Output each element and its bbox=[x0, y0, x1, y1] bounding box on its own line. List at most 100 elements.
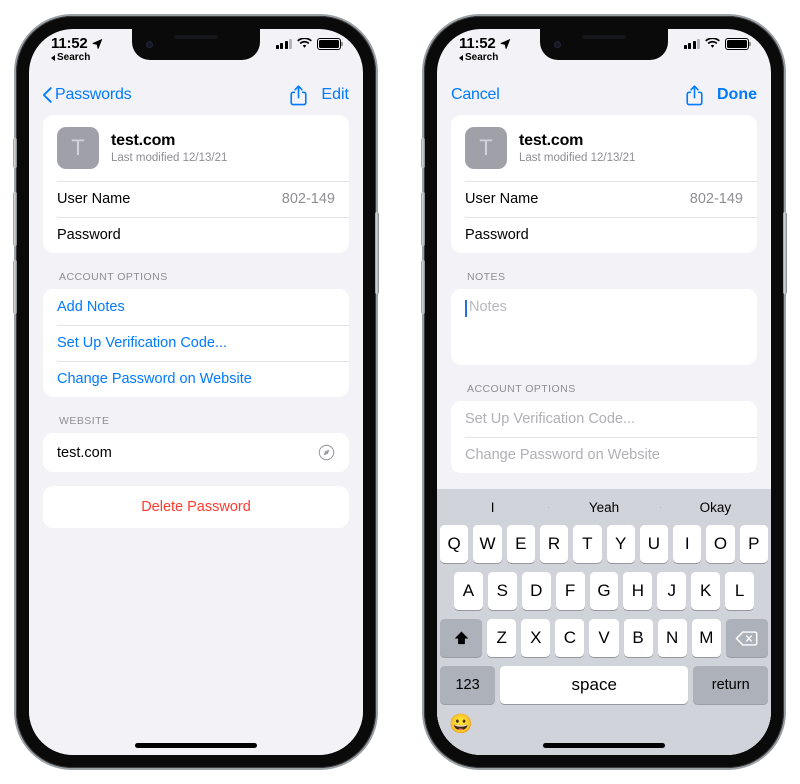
silent-switch-right[interactable] bbox=[421, 138, 425, 168]
set-up-verification-code-button[interactable]: Set Up Verification Code... bbox=[43, 325, 349, 361]
key-v[interactable]: V bbox=[589, 619, 619, 657]
username-label: User Name bbox=[57, 191, 131, 207]
chevron-left-icon bbox=[43, 87, 52, 103]
set-up-verification-code-label: Set Up Verification Code... bbox=[57, 335, 228, 351]
key-i[interactable]: I bbox=[673, 525, 702, 563]
share-icon[interactable] bbox=[290, 84, 307, 106]
phone-right-screen: 11:52 Search Cancel Done T test.com Last… bbox=[437, 29, 771, 755]
add-notes-label: Add Notes bbox=[57, 299, 125, 315]
key-q[interactable]: Q bbox=[440, 525, 469, 563]
username-label: User Name bbox=[465, 191, 539, 207]
key-h[interactable]: H bbox=[623, 572, 653, 610]
suggestion-1[interactable]: Yeah bbox=[548, 500, 659, 515]
wifi-icon bbox=[297, 38, 312, 48]
site-subtitle: Last modified 12/13/21 bbox=[111, 152, 228, 164]
key-a[interactable]: A bbox=[454, 572, 483, 610]
website-row[interactable]: test.com bbox=[43, 433, 349, 472]
suggestion-0[interactable]: I bbox=[437, 500, 548, 515]
volume-up-button-right[interactable] bbox=[421, 192, 425, 246]
status-bar-right: 11:52 Search bbox=[437, 29, 771, 75]
home-indicator-left[interactable] bbox=[135, 743, 257, 748]
row-password[interactable]: Password bbox=[451, 217, 757, 253]
key-z[interactable]: Z bbox=[487, 619, 517, 657]
key-c[interactable]: C bbox=[555, 619, 585, 657]
text-caret bbox=[465, 300, 467, 317]
key-m[interactable]: M bbox=[691, 619, 721, 657]
status-time: 11:52 bbox=[459, 35, 496, 52]
power-button-right[interactable] bbox=[783, 212, 787, 294]
location-arrow-icon bbox=[92, 38, 102, 49]
phone-right: 11:52 Search Cancel Done T test.com Last… bbox=[421, 16, 787, 768]
suggestion-2[interactable]: Okay bbox=[659, 500, 771, 515]
backspace-delete-icon bbox=[735, 630, 758, 646]
volume-down-button-right[interactable] bbox=[421, 260, 425, 314]
key-u[interactable]: U bbox=[639, 525, 669, 563]
site-title: test.com bbox=[111, 132, 176, 149]
back-label: Passwords bbox=[55, 86, 132, 103]
key-l[interactable]: L bbox=[725, 572, 755, 610]
return-key[interactable]: return bbox=[693, 666, 768, 704]
key-g[interactable]: G bbox=[589, 572, 619, 610]
delete-password-label: Delete Password bbox=[141, 499, 251, 515]
keyboard-row-2: A S D F G H J K L bbox=[437, 572, 771, 619]
shift-key[interactable] bbox=[439, 619, 483, 657]
account-options-title-left: ACCOUNT OPTIONS bbox=[59, 271, 168, 283]
key-n[interactable]: N bbox=[657, 619, 687, 657]
emoji-smiley-icon[interactable]: 😀 bbox=[449, 715, 473, 734]
back-triangle-icon bbox=[459, 54, 463, 61]
phone-left: 11:52 Search Passwords Edit T test.com L… bbox=[13, 16, 379, 768]
key-d[interactable]: D bbox=[521, 572, 551, 610]
delete-key[interactable] bbox=[725, 619, 769, 657]
key-f[interactable]: F bbox=[555, 572, 585, 610]
key-x[interactable]: X bbox=[521, 619, 551, 657]
key-k[interactable]: K bbox=[691, 572, 721, 610]
row-password[interactable]: Password bbox=[43, 217, 349, 253]
key-e[interactable]: E bbox=[506, 525, 535, 563]
keyboard-row-4: 123 space return bbox=[437, 666, 771, 713]
cellular-bars-icon bbox=[683, 38, 700, 49]
key-b[interactable]: B bbox=[623, 619, 653, 657]
power-button-left[interactable] bbox=[375, 212, 379, 294]
row-username[interactable]: User Name 802-149 bbox=[43, 181, 349, 217]
key-p[interactable]: P bbox=[739, 525, 768, 563]
share-icon[interactable] bbox=[686, 84, 703, 106]
key-j[interactable]: J bbox=[657, 572, 687, 610]
edit-button[interactable]: Edit bbox=[321, 86, 349, 104]
nav-bar-right: Cancel Done bbox=[437, 75, 771, 115]
key-s[interactable]: S bbox=[487, 572, 517, 610]
location-arrow-icon bbox=[500, 38, 510, 49]
cellular-bars-icon bbox=[275, 38, 292, 49]
silent-switch-left[interactable] bbox=[13, 138, 17, 168]
delete-password-button[interactable]: Delete Password bbox=[43, 486, 349, 528]
status-back-to-search[interactable]: Search bbox=[459, 52, 511, 63]
site-subtitle: Last modified 12/13/21 bbox=[519, 152, 636, 164]
key-w[interactable]: W bbox=[473, 525, 502, 563]
status-back-to-search[interactable]: Search bbox=[51, 52, 103, 63]
notes-placeholder: Notes bbox=[469, 299, 507, 315]
numbers-key[interactable]: 123 bbox=[440, 666, 496, 704]
username-value: 802-149 bbox=[689, 191, 743, 207]
notes-field[interactable]: Notes bbox=[451, 289, 757, 365]
add-notes-button[interactable]: Add Notes bbox=[43, 289, 349, 325]
safari-compass-icon[interactable] bbox=[318, 444, 335, 461]
key-t[interactable]: T bbox=[573, 525, 602, 563]
back-to-passwords-button[interactable]: Passwords bbox=[43, 86, 132, 104]
battery-full-icon bbox=[317, 38, 343, 50]
keyboard-bottom-bar: 😀 bbox=[437, 713, 771, 755]
wifi-icon bbox=[705, 38, 720, 48]
volume-down-button-left[interactable] bbox=[13, 260, 17, 314]
site-title: test.com bbox=[519, 132, 584, 149]
volume-up-button-left[interactable] bbox=[13, 192, 17, 246]
done-button[interactable]: Done bbox=[717, 86, 757, 104]
key-r[interactable]: R bbox=[539, 525, 569, 563]
website-value: test.com bbox=[57, 444, 112, 461]
screenshot-stage: 11:52 Search Passwords Edit T test.com L… bbox=[0, 0, 800, 784]
change-password-on-website-button: Change Password on Website bbox=[451, 437, 757, 473]
key-o[interactable]: O bbox=[706, 525, 735, 563]
cancel-button[interactable]: Cancel bbox=[451, 86, 500, 104]
space-key[interactable]: space bbox=[500, 666, 689, 704]
home-indicator-right[interactable] bbox=[543, 743, 665, 748]
key-y[interactable]: Y bbox=[606, 525, 635, 563]
row-username[interactable]: User Name 802-149 bbox=[451, 181, 757, 217]
change-password-on-website-button[interactable]: Change Password on Website bbox=[43, 361, 349, 397]
